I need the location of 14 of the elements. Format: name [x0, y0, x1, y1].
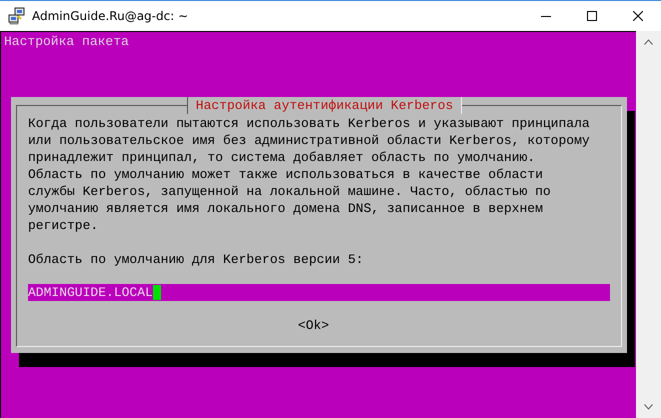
- scroll-down-icon[interactable]: [644, 404, 653, 410]
- scroll-up-icon[interactable]: [644, 39, 653, 45]
- description-text: Когда пользователи пытаются использовать Kerberos и указывают принципала или пользовательское имя без административной области Kerberos, которому принадлежит принципал, то система добавляет область по умолчанию. Область по умолчанию может также использоваться в качестве области службы Kerberos, запущенной на локальной машине. Часто, областью по умолчанию является имя локального домена DNS, записанное в верхнем регистре.: [28, 115, 591, 234]
- package-config-heading: Настройка пакета: [3, 33, 130, 50]
- computers-icon: [8, 7, 26, 25]
- text-cursor-icon: [152, 285, 161, 300]
- scrollbar[interactable]: [636, 31, 661, 418]
- prompt-label: Область по умолчанию для Kerberos версии 5:: [28, 251, 364, 268]
- maximize-icon: [587, 11, 597, 21]
- dialog-title: Настройка аутентификации Kerberos: [186, 97, 462, 114]
- close-icon: [633, 11, 643, 21]
- window-title: AdminGuide.Ru@ag-dc: ~: [32, 9, 188, 23]
- ok-button[interactable]: <Ok>: [298, 317, 330, 334]
- input-field[interactable]: ADMINGUIDE.LOCAL: [28, 284, 610, 301]
